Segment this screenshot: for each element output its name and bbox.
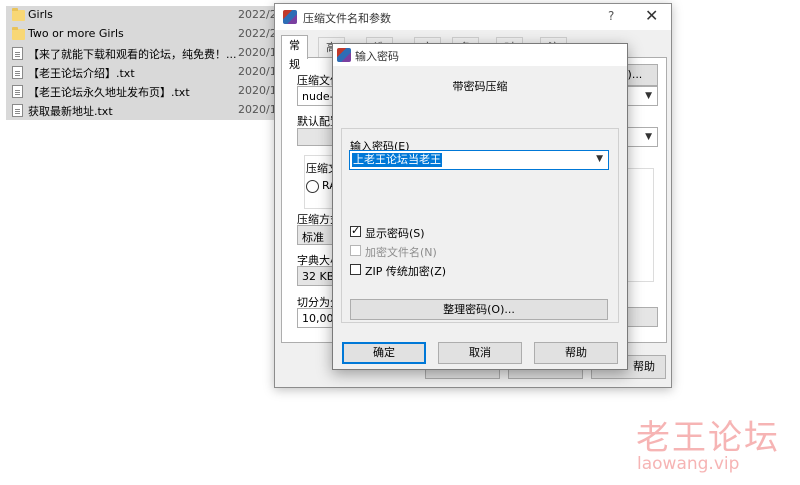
- close-icon[interactable]: ✕: [645, 6, 658, 25]
- text-file-icon: [12, 85, 23, 98]
- tab-general[interactable]: 常规: [281, 35, 308, 71]
- file-name: 【来了就能下载和观看的论坛，纯免费！...: [28, 48, 236, 61]
- file-date: 2022/2: [238, 27, 276, 40]
- password-help-button[interactable]: 帮助: [534, 342, 618, 364]
- file-list: Girls 2022/2 Two or more Girls 2022/2 【来…: [6, 6, 276, 120]
- archive-dialog-titlebar: 压缩文件名和参数 ? ✕: [275, 4, 671, 30]
- encrypt-file-names-label[interactable]: 加密文件名(N): [365, 244, 437, 260]
- dictionary-size-select[interactable]: 32 KB: [297, 266, 337, 286]
- file-row[interactable]: 【来了就能下载和观看的论坛，纯免费！... 2020/1: [6, 44, 276, 63]
- show-password-label[interactable]: 显示密码(S): [365, 225, 425, 241]
- file-name: Girls: [28, 8, 53, 21]
- encrypt-file-names-checkbox[interactable]: [350, 245, 361, 256]
- chevron-down-icon: ▼: [645, 132, 652, 142]
- file-date: 2020/1: [238, 46, 276, 59]
- split-volumes-input[interactable]: 10,000 M: [297, 308, 337, 328]
- archive-dialog-title: 压缩文件名和参数: [303, 12, 391, 25]
- winrar-icon: [283, 10, 297, 24]
- file-name: 获取最新地址.txt: [28, 105, 113, 118]
- file-name: 【老王论坛介绍】.txt: [28, 67, 135, 80]
- folder-icon: [12, 8, 25, 21]
- file-row[interactable]: Two or more Girls 2022/2: [6, 25, 276, 44]
- file-row[interactable]: 【老王论坛介绍】.txt 2020/1: [6, 63, 276, 82]
- file-name: Two or more Girls: [28, 27, 124, 40]
- show-password-checkbox[interactable]: [350, 224, 361, 237]
- compression-method-select[interactable]: 标准: [297, 225, 337, 245]
- file-name: 【老王论坛永久地址发布页】.txt: [28, 86, 190, 99]
- profile-button[interactable]: [297, 128, 337, 146]
- text-file-icon: [12, 66, 23, 79]
- help-icon[interactable]: ?: [608, 9, 614, 23]
- chevron-down-icon[interactable]: ▼: [596, 154, 603, 164]
- password-input[interactable]: 上老王论坛当老王 ▼: [349, 150, 609, 170]
- file-row[interactable]: 【老王论坛永久地址发布页】.txt 2020/1: [6, 82, 276, 101]
- archive-name-input[interactable]: nude-in-: [297, 86, 337, 106]
- enter-password-dialog: 输入密码 带密码压缩 输入密码(E) 上老王论坛当老王 ▼ 显示密码(S) 加密…: [332, 43, 628, 370]
- file-row[interactable]: Girls 2022/2: [6, 6, 276, 25]
- file-date: 2020/1: [238, 84, 276, 97]
- password-dialog-subtitle: 带密码压缩: [452, 80, 508, 93]
- organize-passwords-button[interactable]: 整理密码(O)...: [350, 299, 608, 320]
- zip-legacy-encryption-checkbox[interactable]: [350, 264, 361, 275]
- file-row[interactable]: 获取最新地址.txt 2020/1: [6, 101, 276, 120]
- rar-radio[interactable]: [306, 180, 319, 193]
- password-cancel-button[interactable]: 取消: [438, 342, 522, 364]
- text-file-icon: [12, 104, 23, 117]
- zip-legacy-encryption-label[interactable]: ZIP 传统加密(Z): [365, 263, 446, 279]
- watermark-url: laowang.vip: [637, 454, 740, 474]
- file-date: 2020/1: [238, 103, 276, 116]
- password-dialog-title: 输入密码: [355, 50, 399, 63]
- winrar-icon: [337, 48, 351, 62]
- folder-icon: [12, 27, 25, 40]
- password-dialog-titlebar: 输入密码: [333, 44, 627, 66]
- password-value: 上老王论坛当老王: [352, 153, 442, 167]
- text-file-icon: [12, 47, 23, 60]
- chevron-down-icon: ▼: [645, 91, 652, 101]
- password-ok-button[interactable]: 确定: [342, 342, 426, 364]
- file-date: 2020/1: [238, 65, 276, 78]
- file-date: 2022/2: [238, 8, 276, 21]
- watermark-logo-text: 老王论坛: [636, 418, 780, 458]
